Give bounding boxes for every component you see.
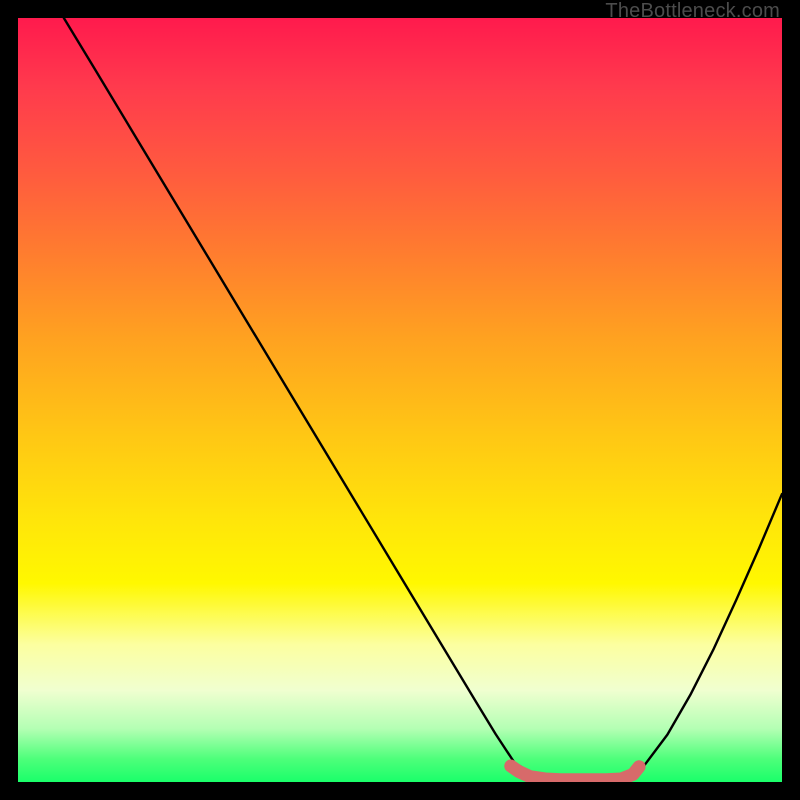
heat-gradient-background (18, 18, 782, 782)
chart-frame: TheBottleneck.com (0, 0, 800, 800)
plot-area (18, 18, 782, 782)
